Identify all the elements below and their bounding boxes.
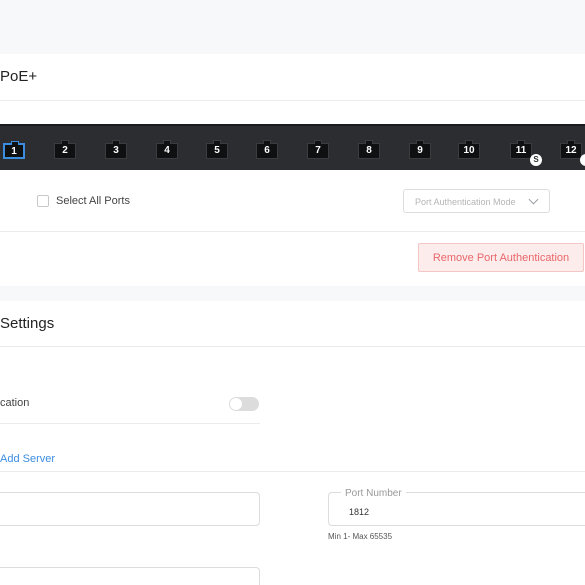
port-number: 10 [463, 145, 475, 156]
port-number-label: Port Number [341, 488, 406, 499]
sfp-badge-icon [580, 154, 585, 166]
port-number: 11 [515, 145, 527, 156]
port-8[interactable]: 8 [358, 140, 380, 159]
port-4[interactable]: 4 [156, 140, 178, 159]
port-number-value: 1812 [349, 507, 370, 517]
port-7[interactable]: 7 [307, 140, 329, 159]
authentication-toggle[interactable] [229, 397, 259, 411]
port-number: 2 [62, 145, 68, 156]
port-number: 7 [315, 145, 321, 156]
remove-port-auth-button[interactable]: Remove Port Authentication [418, 243, 584, 272]
port-11[interactable]: 11 [510, 140, 532, 159]
port-number: 1 [11, 146, 17, 157]
divider [0, 471, 585, 472]
port-auth-mode-placeholder: Port Authentication Mode [415, 197, 516, 207]
port-strip: 1 2 3 4 5 6 7 8 9 10 11 S 12 [0, 124, 585, 170]
select-all-label: Select All Ports [56, 195, 130, 207]
divider [0, 231, 585, 232]
port-2[interactable]: 2 [54, 140, 76, 159]
server-address-field[interactable] [0, 492, 260, 526]
port-number: 4 [164, 145, 170, 156]
port-number: 6 [264, 145, 270, 156]
port-number: 9 [417, 145, 423, 156]
port-5[interactable]: 5 [206, 140, 228, 159]
port-number: 3 [113, 145, 119, 156]
settings-card [0, 301, 585, 585]
sfp-badge-icon: S [530, 154, 542, 166]
divider [0, 100, 585, 101]
chevron-down-icon [528, 194, 539, 205]
port-number: 5 [214, 145, 220, 156]
port-number-hint: Min 1- Max 65535 [328, 532, 393, 541]
port-1[interactable]: 1 [3, 141, 25, 159]
port-number: 12 [565, 145, 577, 156]
settings-section-title: Settings [0, 315, 55, 332]
authentication-toggle-label: cation [0, 397, 30, 409]
port-6[interactable]: 6 [256, 140, 278, 159]
port-10[interactable]: 10 [458, 140, 480, 159]
add-server-link[interactable]: Add Server [0, 453, 55, 465]
divider [0, 423, 260, 424]
port-3[interactable]: 3 [105, 140, 127, 159]
port-auth-mode-select[interactable]: Port Authentication Mode [403, 189, 550, 213]
port-12[interactable]: 12 [560, 140, 582, 159]
port-9[interactable]: 9 [409, 140, 431, 159]
poe-section-title: PoE+ [0, 68, 38, 85]
port-number: 8 [366, 145, 372, 156]
select-all-checkbox[interactable] [37, 195, 49, 207]
shared-secret-field[interactable] [0, 567, 260, 585]
divider [0, 346, 585, 347]
